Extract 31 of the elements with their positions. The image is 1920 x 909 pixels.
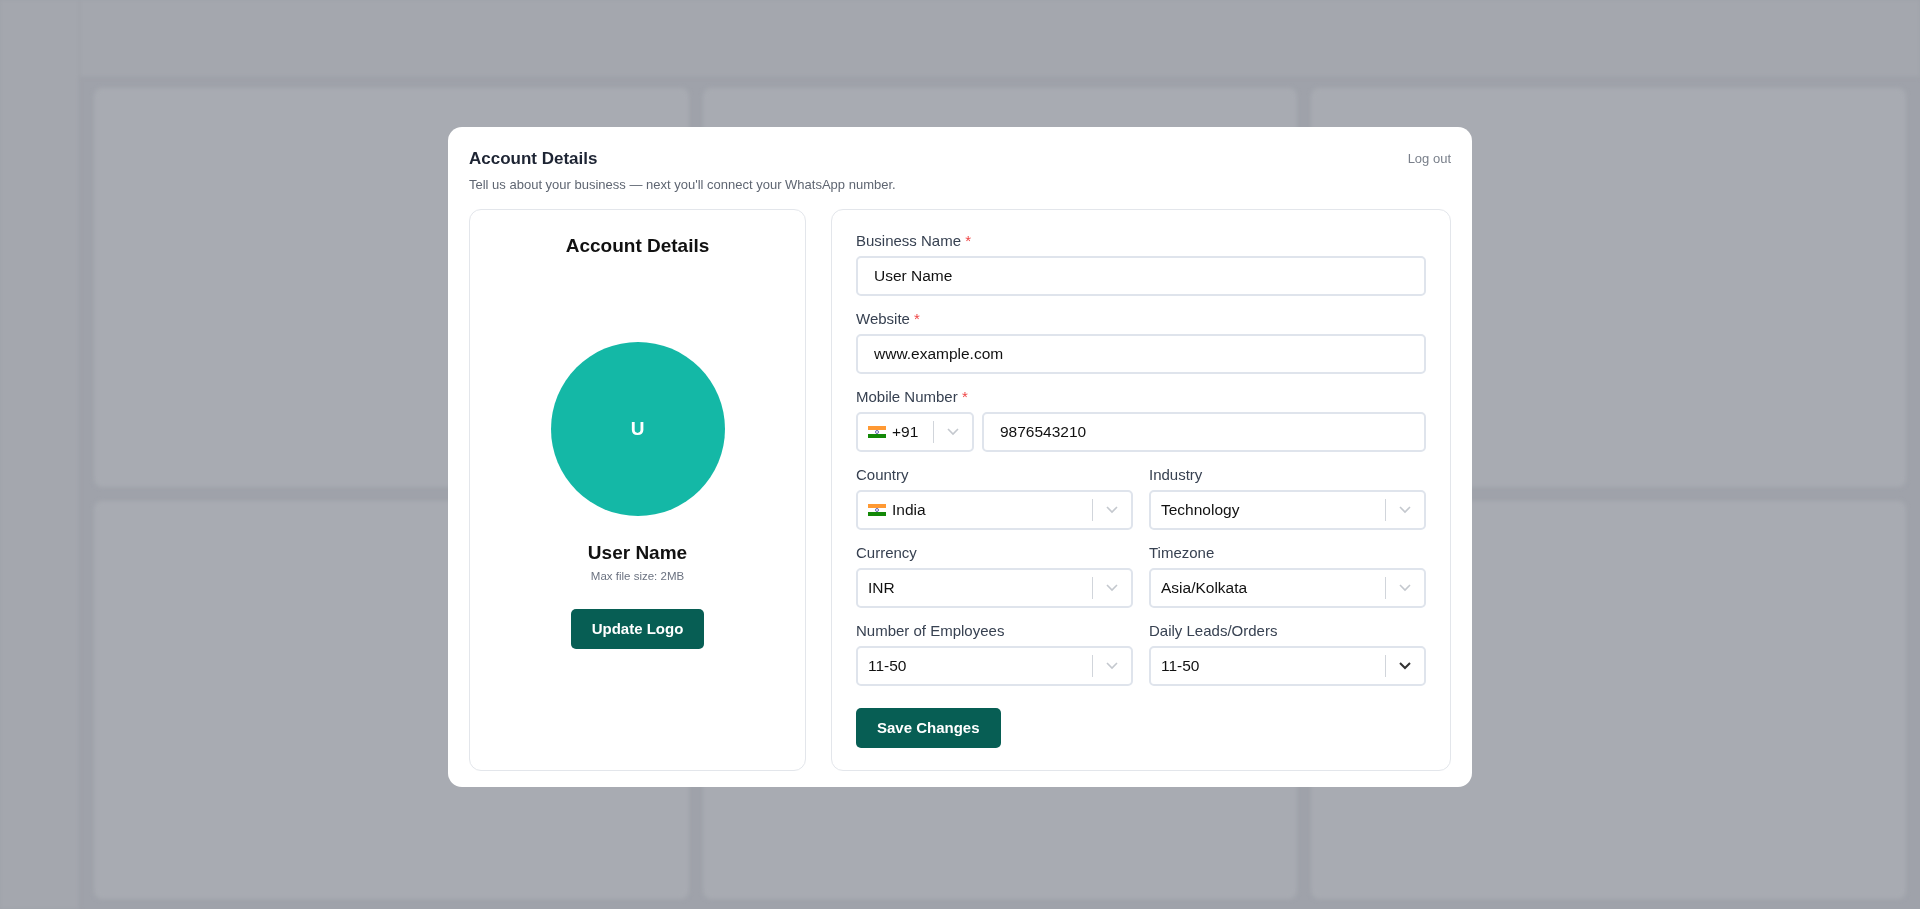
select-field[interactable]: 11-50 (1149, 645, 1426, 686)
update-logo-button[interactable]: Update Logo (570, 609, 705, 650)
file-size-hint: Max file size: 2MB (590, 568, 685, 584)
field-label: Number of Employees (856, 621, 1006, 640)
card-title: Account Details (565, 233, 710, 258)
field-label: Timezone (1149, 543, 1216, 562)
field-label: Daily Leads/Orders (1149, 621, 1279, 640)
phone-input[interactable]: 9876543210 (982, 411, 1426, 452)
select-field[interactable]: 11-50 (856, 645, 1133, 686)
select-field[interactable]: Technology (1149, 489, 1426, 530)
text-input[interactable]: User Name (856, 255, 1426, 296)
save-button[interactable]: Save Changes (856, 707, 1001, 748)
field-label: Country (856, 465, 910, 484)
select-field[interactable]: Asia/Kolkata (1149, 567, 1426, 608)
dialog-subtitle: Tell us about your business — next you'll connect your WhatsApp number. (469, 176, 896, 195)
select-field[interactable]: INR (856, 567, 1133, 608)
field-label: Industry (1149, 465, 1204, 484)
flag-icon (868, 425, 886, 438)
logout-link[interactable]: Log out (1407, 149, 1451, 169)
field-label: Business Name * (856, 231, 973, 250)
dialog-title: Account Details (469, 149, 599, 170)
avatar: U (550, 342, 725, 517)
field-label: Website * (856, 309, 921, 328)
flag-icon (868, 503, 886, 516)
field-label: Currency (856, 543, 918, 562)
country-code-select[interactable]: +91 (856, 411, 974, 452)
select-field[interactable]: India (856, 489, 1133, 530)
field-label: Mobile Number * (856, 387, 969, 406)
chevron-down-icon (946, 427, 960, 437)
user-name: User Name (587, 541, 688, 566)
text-input[interactable]: www.example.com (856, 333, 1426, 374)
